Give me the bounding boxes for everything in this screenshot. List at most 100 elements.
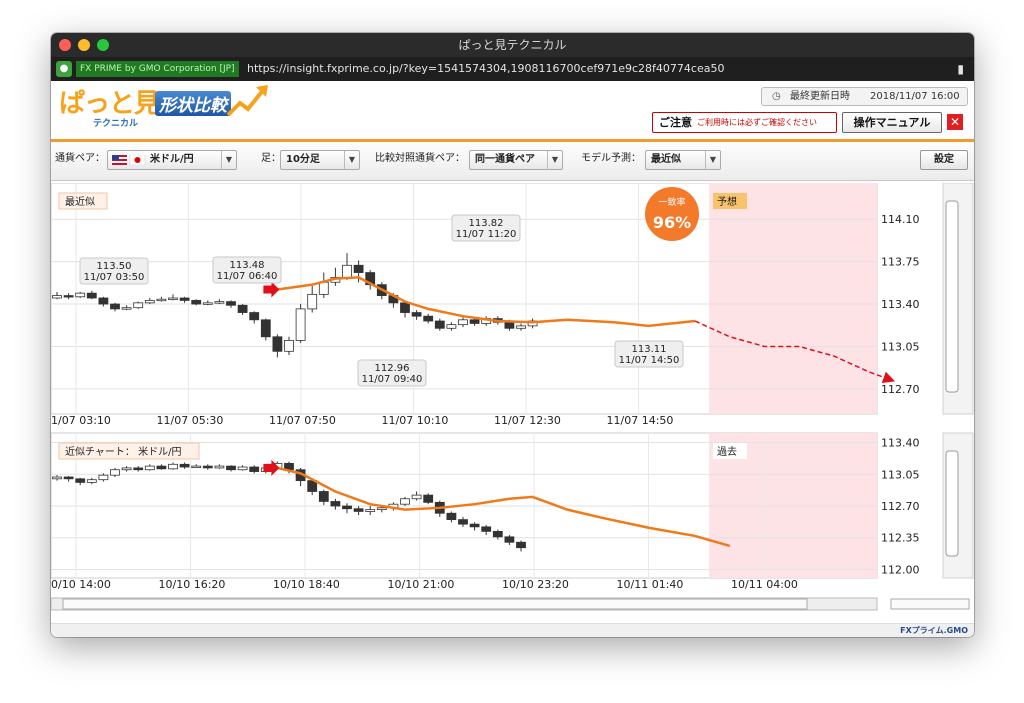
- y-tick-label: 113.75: [881, 256, 920, 269]
- chevron-down-icon: ▼: [221, 151, 236, 169]
- close-icon[interactable]: ✕: [947, 114, 963, 130]
- candle-body: [342, 505, 352, 510]
- price-annotation-value: 113.48: [230, 260, 265, 271]
- candle-body: [492, 530, 503, 538]
- x-tick-label: 10/11 04:00: [731, 578, 798, 591]
- pair-value: 米ドル/円: [150, 154, 194, 165]
- title-bar: ぱっと見テクニカル: [51, 33, 974, 57]
- minimize-window-button[interactable]: [78, 39, 90, 51]
- y-tick-label: 113.40: [881, 298, 920, 311]
- candle-body: [75, 292, 86, 298]
- candle-body: [156, 298, 167, 302]
- candle-body: [481, 526, 492, 532]
- logo-shape: 形状比較: [155, 91, 231, 116]
- chart-area: 114.10 113.75 113.40 113.05 112.70 1/07 03:10…: [51, 183, 974, 623]
- x-tick-label: 10/10 23:20: [502, 578, 569, 591]
- y-tick-label: 112.70: [881, 383, 920, 396]
- y-tick-label: 112.70: [881, 500, 920, 513]
- bookmark-icon[interactable]: ▮: [957, 57, 964, 81]
- app-window: ぱっと見テクニカル ● FX PRIME by GMO Corporation …: [51, 33, 974, 637]
- candle-body: [133, 302, 144, 309]
- candle-body: [52, 295, 62, 299]
- pair-select[interactable]: 米ドル/円 ▼: [107, 150, 237, 170]
- candle-body: [516, 325, 526, 329]
- chevron-down-icon: ▼: [344, 151, 359, 169]
- x-tick-label: 11/07 07:50: [269, 414, 336, 427]
- candle-body: [202, 302, 213, 305]
- compare-value: 同一通貨ペア: [475, 154, 535, 165]
- manual-button[interactable]: 操作マニュアル: [842, 112, 942, 133]
- bar-value: 10分足: [286, 154, 320, 165]
- y-tick-label: 114.10: [881, 213, 920, 226]
- y-tick-label: 113.40: [881, 437, 920, 450]
- y-tick-label: 112.00: [881, 563, 920, 576]
- compare-select[interactable]: 同一通貨ペア ▼: [469, 150, 563, 170]
- forecast-zone: [709, 183, 877, 414]
- candle-body: [400, 498, 410, 505]
- x-tick-label: 10/10 18:40: [273, 578, 340, 591]
- last-updated: ◷ 最終更新日時 2018/11/07 16:00: [761, 87, 968, 106]
- address-bar[interactable]: ● FX PRIME by GMO Corporation [JP] https…: [51, 57, 974, 81]
- x-tick-label: 10/10 21:00: [388, 578, 455, 591]
- x-tick-label: 11/07 14:50: [607, 414, 674, 427]
- caution-text: ご利用時には必ずご確認ください: [697, 118, 817, 127]
- fxprime-logo: FXプライム.GMO: [900, 626, 968, 635]
- price-annotation-value: 113.82: [469, 218, 504, 229]
- x-tick-label: 11/07 12:30: [494, 414, 561, 427]
- panel-label: 近似チャート： 米ドル/円: [65, 445, 181, 458]
- candle-body: [504, 321, 515, 329]
- x-tick-label: 11/07 10:10: [382, 414, 449, 427]
- model-select[interactable]: 最近似 ▼: [645, 150, 721, 170]
- candle-body: [446, 512, 457, 520]
- price-annotation-time: 11/07 03:50: [84, 272, 145, 283]
- candle-body: [191, 465, 202, 469]
- price-annotation-time: 11/07 11:20: [456, 229, 517, 240]
- candle-body: [191, 300, 202, 305]
- match-rate-value: 96%: [653, 213, 691, 232]
- candle-body: [179, 463, 190, 468]
- page-header: ぱっと見 テクニカル 形状比較 ◷ 最終更新日時 2018/11/07 16:0…: [51, 81, 974, 142]
- candle-body: [365, 509, 376, 512]
- candle-body: [133, 467, 144, 471]
- url-text[interactable]: https://insight.fxprime.co.jp/?key=15415…: [247, 57, 724, 81]
- pair-label: 通貨ペア：: [55, 153, 105, 164]
- candle-body: [458, 319, 468, 326]
- window-title: ぱっと見テクニカル: [458, 38, 567, 52]
- last-updated-label: 最終更新日時: [790, 91, 850, 102]
- logo-sub: テクニカル: [93, 119, 139, 129]
- price-annotation-time: 11/07 09:40: [362, 374, 423, 385]
- candle-body: [52, 476, 62, 480]
- zoom-window-button[interactable]: [97, 39, 109, 51]
- candle-body: [330, 501, 341, 507]
- bar-label: 足：: [261, 153, 281, 164]
- model-label: モデル予測：: [581, 153, 641, 164]
- candle-body: [423, 494, 434, 503]
- candle-body: [260, 319, 271, 338]
- bar-select[interactable]: 10分足 ▼: [280, 150, 360, 170]
- y-tick-label: 113.05: [881, 340, 920, 353]
- caution-title: ご注意: [659, 116, 692, 129]
- panel-label: 最近似: [65, 195, 95, 208]
- zone-label: 予想: [717, 195, 737, 208]
- candle-body: [318, 281, 329, 295]
- candle-body: [249, 466, 260, 472]
- candle-body: [179, 297, 190, 301]
- candle-body: [121, 467, 132, 471]
- candle-body: [423, 315, 434, 322]
- candle-body: [86, 292, 97, 299]
- caution-button[interactable]: ご注意 ご利用時には必ずご確認ください: [652, 112, 837, 133]
- x-tick-label: 1/07 03:10: [51, 414, 111, 427]
- candle-body: [284, 340, 294, 352]
- candle-body: [400, 302, 410, 313]
- zoom-slider: [890, 598, 970, 610]
- candle-body: [458, 519, 468, 525]
- settings-button[interactable]: 設定: [920, 150, 968, 170]
- lock-icon: ●: [56, 61, 72, 77]
- horizontal-scrollbar-thumb: [62, 598, 808, 610]
- candle-body: [353, 508, 364, 512]
- x-tick-label: 10/10 16:20: [159, 578, 226, 591]
- zone-label: 過去: [717, 446, 737, 458]
- candle-body: [98, 474, 109, 481]
- close-window-button[interactable]: [59, 39, 71, 51]
- trend-arrow-icon: [226, 85, 268, 117]
